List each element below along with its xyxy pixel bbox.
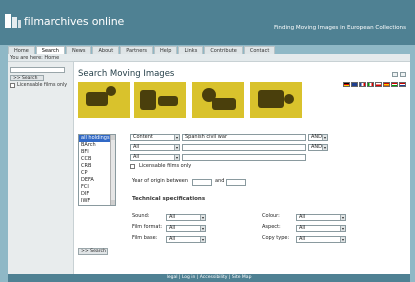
copy-type-label: Copy type: (262, 235, 290, 241)
criteria-field-2[interactable]: All ▾ (130, 144, 180, 151)
flag-hu-icon[interactable] (391, 82, 398, 87)
utility-icons (392, 72, 406, 77)
colour-select-value: All (299, 214, 306, 220)
criteria-operator-1-value: AND (311, 134, 323, 140)
tab-partners[interactable]: Partners (120, 46, 154, 54)
chevron-down-icon: ▾ (174, 155, 179, 160)
sound-select-value: All (169, 214, 176, 220)
chevron-down-icon: ▾ (200, 226, 205, 231)
aspect-select-value: All (299, 225, 306, 231)
scroll-up-icon[interactable] (111, 135, 115, 140)
year-to-input[interactable] (226, 179, 246, 186)
sidebar: >> Search Licensable films only (8, 62, 74, 274)
page-title: Search Moving Images (78, 69, 175, 79)
chevron-down-icon: ▾ (200, 237, 205, 242)
flag-nl-icon[interactable] (399, 82, 406, 87)
film-still-3 (192, 82, 244, 118)
chevron-down-icon: ▾ (340, 226, 345, 231)
scroll-down-icon[interactable] (111, 200, 115, 205)
chevron-down-icon: ▾ (322, 145, 327, 150)
flag-fr-icon[interactable] (359, 82, 366, 87)
film-still-4 (250, 82, 302, 118)
criteria-field-3[interactable]: All ▾ (130, 154, 180, 161)
film-still-2 (134, 82, 186, 118)
film-base-label: Film base: (132, 235, 158, 241)
language-flags (343, 82, 406, 87)
criteria-field-2-value: All (133, 144, 140, 150)
chevron-down-icon: ▾ (174, 145, 179, 150)
aspect-select[interactable]: All ▾ (296, 225, 346, 232)
site-header: filmarchives online Finding Moving Image… (0, 0, 415, 45)
holdings-listbox[interactable]: all holdings BArch BFI CCB CRB CP DEFA F… (78, 134, 116, 206)
copy-type-select[interactable]: All ▾ (296, 236, 346, 243)
tab-home[interactable]: Home (8, 46, 35, 54)
breadcrumb: You are here: Home (8, 54, 410, 62)
aspect-label: Aspect: (262, 224, 281, 230)
film-base-select[interactable]: All ▾ (166, 236, 206, 243)
main-nav: Home Search News About Partners Help Lin… (8, 46, 276, 54)
flag-it-icon[interactable] (367, 82, 374, 87)
criteria-value-3[interactable] (182, 154, 306, 161)
licensable-label: Licensable films only (139, 163, 192, 169)
film-base-select-value: All (169, 236, 176, 242)
film-format-label: Film format: (132, 224, 163, 230)
main-content: Search Moving Images all holdings BArch … (74, 62, 410, 274)
sidebar-licensable-label: Licensable films only (17, 83, 68, 88)
chevron-down-icon: ▾ (174, 135, 179, 140)
sound-select[interactable]: All ▾ (166, 214, 206, 221)
bookmark-icon[interactable] (400, 72, 406, 77)
chevron-down-icon: ▾ (322, 135, 327, 140)
chevron-down-icon: ▾ (340, 237, 345, 242)
criteria-operator-2[interactable]: AND ▾ (308, 144, 328, 151)
year-from-input[interactable] (192, 179, 212, 186)
tagline: Finding Moving Images in European Collec… (274, 25, 406, 31)
tab-links[interactable]: Links (178, 46, 204, 54)
print-icon[interactable] (392, 72, 398, 77)
licensable-checkbox[interactable] (130, 164, 135, 169)
copy-type-select-value: All (299, 236, 306, 242)
flag-uk-icon[interactable] (351, 82, 358, 87)
sound-label: Sound: (132, 213, 150, 219)
logo[interactable]: filmarchives online (5, 10, 124, 32)
logo-text: filmarchives online (24, 14, 125, 28)
criteria-operator-2-value: AND (311, 144, 323, 150)
tab-search[interactable]: Search (35, 46, 65, 54)
colour-label: Colour: (262, 213, 280, 219)
colour-select[interactable]: All ▾ (296, 214, 346, 221)
film-format-select-value: All (169, 225, 176, 231)
film-strip-icon (5, 12, 23, 30)
tab-contribute[interactable]: Contribute (204, 46, 243, 54)
flag-es-icon[interactable] (383, 82, 390, 87)
criteria-field-1[interactable]: Content ▾ (130, 134, 180, 141)
criteria-value-2[interactable] (182, 144, 306, 151)
criteria-operator-1[interactable]: AND ▾ (308, 134, 328, 141)
year-label: Year of origin between (132, 178, 189, 184)
quick-search-input[interactable] (10, 67, 65, 73)
flag-cz-icon[interactable] (375, 82, 382, 87)
year-and-label: and (215, 178, 225, 184)
tab-contact[interactable]: Contact (243, 46, 276, 54)
chevron-down-icon: ▾ (340, 215, 345, 220)
search-button[interactable]: >> Search (78, 248, 108, 255)
tech-spec-heading: Technical specifications (132, 196, 206, 202)
holdings-scrollbar[interactable] (110, 135, 115, 205)
footer-links[interactable]: legal | Log in | Accessibility | Site Ma… (8, 274, 410, 282)
criteria-value-1[interactable]: Spanish civil war (182, 134, 306, 141)
film-format-select[interactable]: All ▾ (166, 225, 206, 232)
tab-help[interactable]: Help (154, 46, 178, 54)
criteria-field-1-value: Content (133, 134, 153, 140)
quick-search-button[interactable]: >> Search (10, 75, 44, 81)
flag-de-icon[interactable] (343, 82, 350, 87)
tab-about[interactable]: About (92, 46, 120, 54)
chevron-down-icon: ▾ (200, 215, 205, 220)
criteria-field-3-value: All (133, 154, 140, 160)
tab-news[interactable]: News (65, 46, 92, 54)
film-still-1 (78, 82, 130, 118)
sidebar-licensable-checkbox[interactable] (10, 83, 15, 88)
